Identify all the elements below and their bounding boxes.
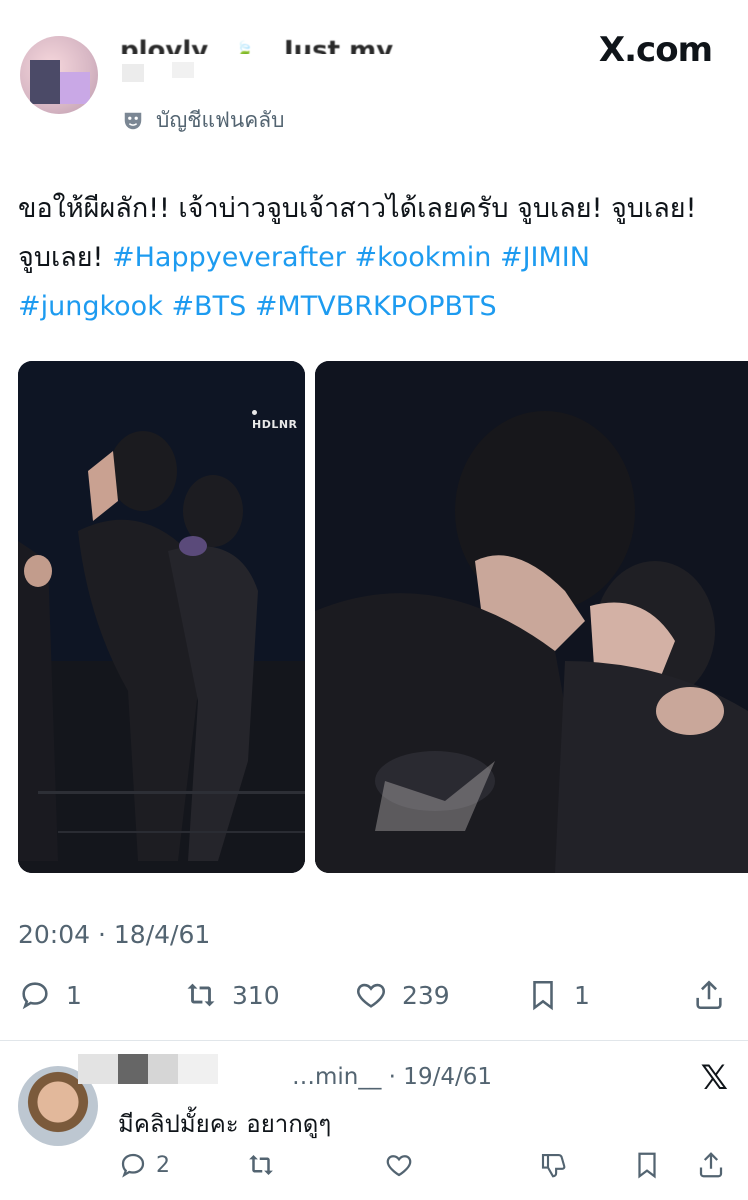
reply-share-button[interactable] — [696, 1150, 726, 1180]
avatar-censor-block — [30, 60, 60, 104]
reply-reply-button[interactable]: 2 — [118, 1150, 170, 1180]
reply-dislike-button[interactable] — [538, 1150, 568, 1180]
bookmark-button[interactable]: 1 — [526, 978, 590, 1012]
fan-account-badge: บัญชีแฟนคลับ — [122, 104, 284, 137]
hashtag-link[interactable]: #Happyeverafter — [112, 242, 346, 273]
theater-mask-icon — [124, 112, 142, 129]
tweet-text-segment — [491, 242, 500, 273]
share-button[interactable] — [692, 978, 726, 1012]
hashtag-link[interactable]: #JIMIN — [500, 242, 590, 273]
reply-like-button[interactable] — [384, 1150, 414, 1180]
thumbs-down-icon — [541, 1153, 566, 1178]
hashtag-link[interactable]: #BTS — [171, 291, 246, 322]
concert-photo-left — [18, 361, 305, 873]
name-censor-pixel — [172, 62, 194, 78]
heart-icon — [386, 1155, 412, 1177]
fan-account-label: บัญชีแฟนคลับ — [156, 108, 285, 132]
photo-watermark: HDLNR — [252, 405, 305, 431]
tweet-text: ขอให้ผีผลัก!! เจ้าบ่าวจูบเจ้าสาวได้เลยคร… — [18, 184, 730, 331]
reply-retweet-button[interactable] — [246, 1150, 276, 1180]
tweet-actions: 1 310 239 1 — [18, 978, 730, 1026]
reply-text: มีคลิปมั้ยคะ อยากดูๆ — [118, 1110, 332, 1138]
like-count: 239 — [402, 980, 450, 1010]
share-icon — [696, 980, 722, 1010]
reply-count: 1 — [66, 980, 82, 1010]
reply-button[interactable]: 1 — [18, 978, 82, 1012]
x-com-logo[interactable]: X.com — [599, 30, 713, 70]
retweet-button[interactable]: 310 — [184, 978, 280, 1012]
share-icon — [699, 1152, 723, 1178]
like-button[interactable]: 239 — [354, 978, 450, 1012]
tweet-image-2[interactable] — [315, 361, 748, 873]
name-censor-pixel — [122, 64, 144, 82]
name-censor-mask — [112, 54, 452, 84]
reply-divider — [0, 1040, 748, 1041]
x-logo-icon[interactable]: 𝕏 — [701, 1058, 728, 1098]
reply-name-censor — [78, 1054, 288, 1084]
retweet-icon — [187, 983, 215, 1007]
bookmark-count: 1 — [574, 980, 590, 1010]
heart-icon — [357, 983, 385, 1008]
tweet-image-1[interactable]: HDLNR — [18, 361, 305, 873]
tweet-timestamp[interactable]: 20:04 · 18/4/61 — [18, 920, 210, 949]
retweet-icon — [249, 1155, 273, 1175]
hashtag-link[interactable]: #kookmin — [354, 242, 491, 273]
reply-reply-count: 2 — [156, 1152, 170, 1178]
hashtag-link[interactable]: #jungkook — [18, 291, 163, 322]
reply-bookmark-button[interactable] — [632, 1150, 662, 1180]
author-name-row[interactable]: plovly 🍃 Just my luck — [112, 36, 452, 84]
bookmark-icon — [638, 1152, 656, 1179]
concert-photo-right — [315, 361, 748, 873]
tweet-text-segment — [246, 291, 255, 322]
author-avatar[interactable] — [20, 36, 98, 114]
reply-icon — [121, 1153, 145, 1178]
hashtag-link[interactable]: #MTVBRKPOPBTS — [255, 291, 497, 322]
reply-icon — [22, 982, 48, 1010]
reply-handle-date[interactable]: …min__ · 19/4/61 — [292, 1064, 492, 1090]
reply-actions: 2 — [118, 1150, 728, 1186]
retweet-count: 310 — [232, 980, 280, 1010]
bookmark-icon — [533, 980, 553, 1011]
avatar-censor-block — [60, 72, 90, 104]
